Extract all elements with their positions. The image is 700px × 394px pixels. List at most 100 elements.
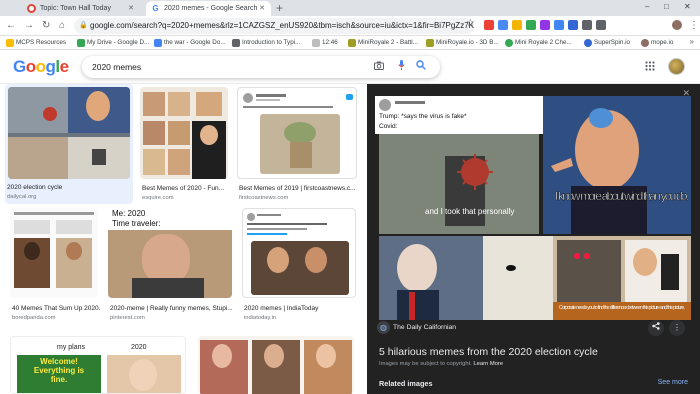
google-favicon-icon: G	[151, 4, 160, 13]
result-title[interactable]: Best Memes of 2020 - Fun...	[142, 185, 230, 192]
result-thumbnail[interactable]	[8, 87, 130, 179]
camera-icon[interactable]	[374, 60, 384, 74]
maximize-button[interactable]: □	[664, 2, 669, 11]
result-card[interactable]: 2020 election cycle dailycal.org	[5, 84, 133, 204]
bookmark-label: Mini Royale 2 Che...	[515, 39, 572, 46]
result-card[interactable]: Best Memes of 2020 - Fun... esquire.com	[140, 87, 228, 204]
bookmark-item[interactable]: Mini Royale 2 Che...	[505, 38, 572, 48]
more-bookmarks-icon[interactable]: »	[690, 37, 694, 46]
result-title[interactable]: 2020-meme | Really funny memes, Stupi...	[110, 305, 234, 312]
close-tab-icon[interactable]: ✕	[259, 1, 265, 16]
typing-icon	[232, 39, 240, 47]
source-name: The Daily Californian	[393, 324, 457, 331]
drive-icon	[77, 39, 85, 47]
result-thumbnail[interactable]: Me: 2020 Time traveler:	[108, 208, 232, 298]
mope-icon	[641, 39, 649, 47]
bookmark-item[interactable]: MiniRoyale.io - 3D B...	[426, 38, 499, 48]
browser-menu-icon[interactable]: ⋮	[689, 19, 699, 33]
search-input[interactable]	[92, 59, 362, 75]
result-title[interactable]: Best Memes of 2019 | firstcoastnews.c...	[239, 185, 359, 192]
new-tab-button[interactable]: +	[276, 1, 283, 15]
close-tab-icon[interactable]: ✕	[128, 1, 134, 16]
result-source: dailycal.org	[7, 194, 37, 200]
grid-icon[interactable]	[582, 20, 592, 30]
address-bar[interactable]: 🔒 google.com/search?q=2020+memes&rlz=1CA…	[74, 18, 474, 34]
meme-tweet-text: Trump: *says the virus is fake*	[379, 113, 467, 120]
y-icon[interactable]	[526, 20, 536, 30]
result-source: esquire.com	[142, 195, 174, 201]
bookmark-item[interactable]: 12:46	[312, 38, 338, 48]
meme-sign-text: Welcome! Everything is fine.	[33, 357, 85, 384]
copyright-text: Images may be subject to copyright.	[379, 361, 472, 367]
shield-icon[interactable]	[498, 20, 508, 30]
bookmark-item[interactable]: MCPS Resources	[6, 38, 66, 48]
minimize-button[interactable]: –	[645, 2, 649, 11]
bookmark-item[interactable]: the war - Google Do...	[154, 38, 226, 48]
result-title[interactable]: 40 Memes That Sum Up 2020...	[12, 305, 100, 312]
result-thumbnail[interactable]	[140, 87, 228, 179]
circle-icon[interactable]	[554, 20, 564, 30]
meme-corporate-text: Corporate needs you to find the differen…	[559, 305, 685, 311]
forward-icon[interactable]: →	[24, 19, 34, 33]
close-window-button[interactable]: ✕	[684, 2, 691, 11]
avatar[interactable]	[668, 58, 685, 75]
result-thumbnail[interactable]	[242, 208, 356, 298]
color-icon[interactable]	[512, 20, 522, 30]
back-icon[interactable]: ←	[6, 19, 16, 33]
bookmark-item[interactable]: SuperSpin.io	[584, 38, 630, 48]
bookmark-label: My Drive - Google D...	[87, 39, 150, 46]
result-card[interactable]: Best Memes of 2019 | firstcoastnews.c...…	[237, 87, 357, 204]
tab-title: Topic: Town Hall Today	[40, 5, 111, 12]
result-title[interactable]: 2020 memes | IndiaToday	[244, 305, 358, 312]
profile-icon[interactable]	[672, 20, 682, 30]
result-card[interactable]: 40 Memes That Sum Up 2020... boredpanda.…	[10, 208, 100, 326]
microphone-icon[interactable]	[398, 60, 405, 74]
bookmark-item[interactable]: Introduction to Typi...	[232, 38, 300, 48]
result-card[interactable]: my plans 2020 Welcome! Everything is fin…	[10, 336, 186, 394]
preview-source[interactable]: ◍ The Daily Californian	[377, 321, 456, 334]
more-options-icon[interactable]: ⋮	[669, 320, 685, 336]
bookmark-item[interactable]: MiniRoyale 2 - Battl...	[348, 38, 418, 48]
result-card[interactable]: Me: 2020 Time traveler: 2020-meme | Real…	[108, 208, 234, 326]
bookmark-label: MiniRoyale.io - 3D B...	[436, 39, 499, 46]
result-thumbnail[interactable]	[237, 87, 357, 179]
preview-title[interactable]: 5 hilarious memes from the 2020 election…	[379, 346, 598, 358]
result-thumbnail[interactable]	[198, 336, 354, 394]
learn-more-link[interactable]: Learn More	[473, 361, 503, 367]
result-title[interactable]: 2020 election cycle	[7, 184, 135, 191]
puzzle-icon[interactable]	[596, 20, 606, 30]
result-source: boredpanda.com	[12, 315, 56, 321]
k-icon[interactable]	[568, 20, 578, 30]
result-thumbnail[interactable]	[10, 208, 98, 298]
apps-grid-icon[interactable]	[645, 61, 655, 74]
meme-covid-label: Covid:	[379, 123, 398, 130]
tab-town-hall[interactable]: Topic: Town Hall Today ✕	[22, 1, 140, 16]
tab-strip: Topic: Town Hall Today ✕ G 2020 memes - …	[0, 0, 700, 16]
home-icon[interactable]: ⌂	[59, 19, 65, 33]
result-card[interactable]	[198, 336, 354, 394]
share-icon[interactable]	[648, 320, 664, 336]
result-thumbnail[interactable]: my plans 2020 Welcome! Everything is fin…	[10, 336, 186, 394]
globe-icon: ◍	[377, 321, 390, 334]
pen-icon[interactable]	[540, 20, 550, 30]
bookmark-star-icon[interactable]: ☆	[466, 18, 475, 29]
reload-icon[interactable]: ↻	[42, 19, 50, 33]
bookmark-item[interactable]: My Drive - Google D...	[77, 38, 149, 48]
google-header: Google	[0, 50, 700, 84]
search-icon[interactable]	[416, 60, 426, 74]
gmail-icon[interactable]	[484, 20, 494, 30]
see-more-link[interactable]: See more	[658, 379, 688, 386]
spin-icon	[584, 39, 592, 47]
google-logo[interactable]: Google	[13, 57, 69, 77]
bookmark-label: the war - Google Do...	[164, 39, 226, 46]
result-source: indiatoday.in	[244, 315, 277, 321]
tab-favicon-icon	[27, 4, 36, 13]
tab-title: 2020 memes - Google Search	[164, 5, 258, 12]
image-results-grid: 2020 election cycle dailycal.org Best Me…	[0, 84, 367, 394]
result-card[interactable]: 2020 memes | IndiaToday indiatoday.in	[242, 208, 356, 326]
bookmark-item[interactable]: mope.io	[641, 38, 673, 48]
meme-caption: Time traveler:	[112, 219, 161, 228]
copyright-notice: Images may be subject to copyright. Lear…	[379, 361, 503, 367]
tab-google-search[interactable]: G 2020 memes - Google Search ✕	[146, 1, 271, 16]
lock-icon: 🔒	[79, 22, 88, 29]
